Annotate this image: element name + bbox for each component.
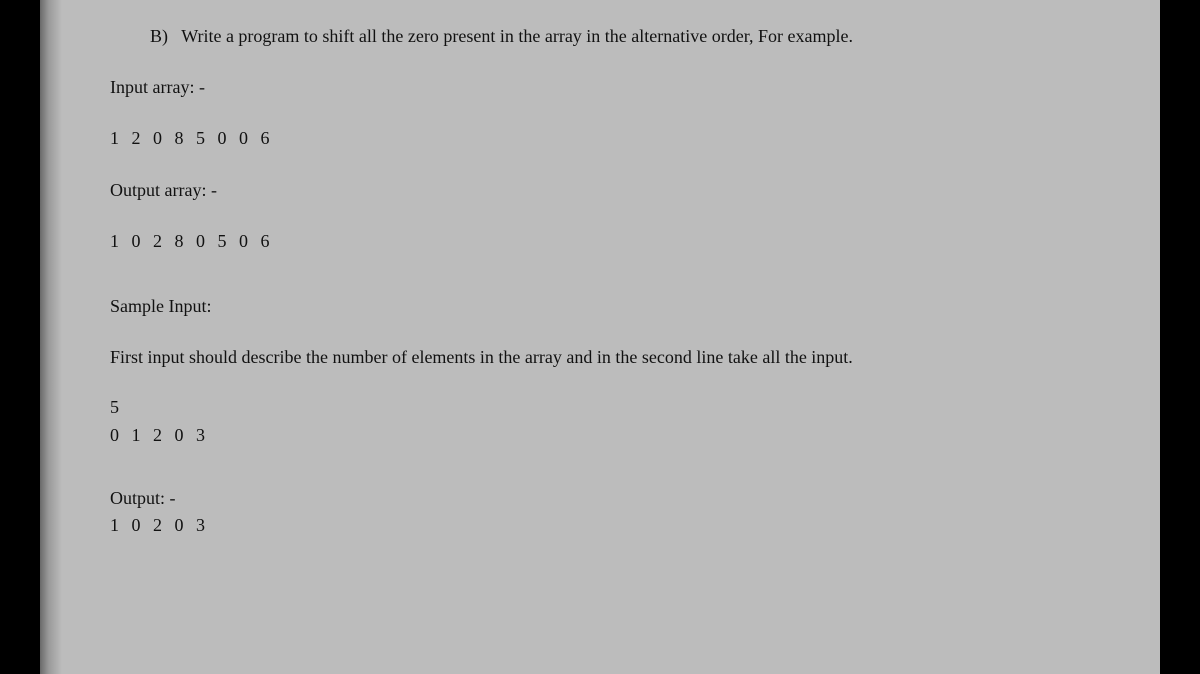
input-array-values: 1 2 0 8 5 0 0 6 xyxy=(110,126,1090,151)
output-array-values: 1 0 2 8 0 5 0 6 xyxy=(110,229,1090,254)
sample-n: 5 xyxy=(110,396,1090,419)
sample-input-block: 5 0 1 2 0 3 xyxy=(110,396,1090,447)
sample-output-block: Output: - 1 0 2 0 3 xyxy=(110,487,1090,538)
sample-input-heading: Sample Input: xyxy=(110,294,1090,319)
sample-input-description: First input should describe the number o… xyxy=(110,345,1090,370)
question-prompt: Write a program to shift all the zero pr… xyxy=(181,26,853,46)
sample-output-values: 1 0 2 0 3 xyxy=(110,514,1090,537)
sample-output-label: Output: - xyxy=(110,487,1090,510)
document-page: B) Write a program to shift all the zero… xyxy=(40,0,1160,674)
sample-input-values: 0 1 2 0 3 xyxy=(110,424,1090,447)
question-title: B) Write a program to shift all the zero… xyxy=(150,24,1090,49)
question-label: B) xyxy=(150,26,168,46)
input-array-label: Input array: - xyxy=(110,75,1090,100)
output-array-label: Output array: - xyxy=(110,178,1090,203)
